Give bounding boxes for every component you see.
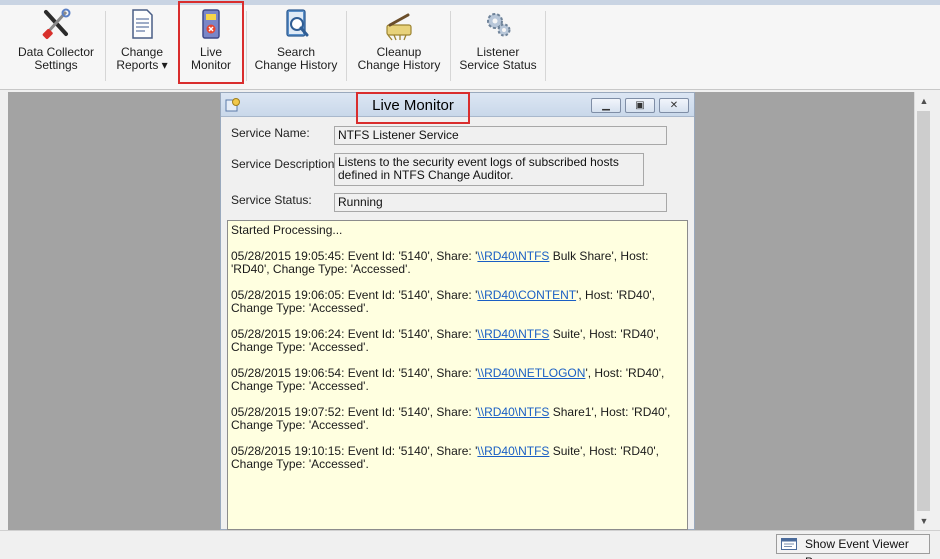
live-monitor-icon — [202, 9, 220, 39]
log-entry: 05/28/2015 19:06:24: Event Id: '5140', S… — [231, 327, 660, 354]
window-title: Live Monitor — [372, 97, 454, 114]
vertical-scrollbar[interactable]: ▲ ▼ — [914, 92, 932, 530]
ribbon-separator — [246, 11, 247, 81]
service-status-field: Running — [334, 193, 667, 212]
cleanup-change-history-button[interactable]: Cleanup Change History — [352, 5, 446, 87]
share-link[interactable]: \\RD40\NTFS — [477, 249, 549, 263]
ribbon-separator — [105, 11, 106, 81]
scroll-thumb[interactable] — [917, 111, 930, 511]
search-history-icon — [286, 9, 309, 37]
minimize-button[interactable]: ▁ — [591, 98, 621, 113]
event-viewer-pane-icon — [781, 538, 797, 550]
restore-button[interactable]: ▣ — [625, 98, 655, 113]
scroll-down-icon[interactable]: ▼ — [915, 512, 933, 530]
live-monitor-window: Live Monitor ▁ ▣ ✕ Service Name: NTFS Li… — [220, 92, 695, 530]
log-entry: 05/28/2015 19:10:15: Event Id: '5140', S… — [231, 444, 660, 471]
log-entry: 05/28/2015 19:07:52: Event Id: '5140', S… — [231, 405, 671, 432]
data-collector-settings-label: Data Collector Settings — [17, 45, 95, 72]
restore-icon: ▣ — [635, 100, 645, 111]
minimize-icon: ▁ — [602, 100, 610, 111]
service-name-label: Service Name: — [231, 126, 310, 140]
listener-service-status-button[interactable]: Listener Service Status — [454, 5, 542, 87]
ribbon-separator — [346, 11, 347, 81]
service-gears-icon — [487, 13, 511, 37]
close-button[interactable]: ✕ — [659, 98, 689, 113]
live-monitor-button[interactable]: Live Monitor — [180, 5, 242, 87]
app-icon — [225, 98, 240, 112]
show-event-viewer-pane-button[interactable]: Show Event Viewer Pane — [776, 534, 930, 559]
report-document-icon — [132, 9, 153, 39]
close-icon: ✕ — [669, 100, 679, 111]
ribbon-separator — [545, 11, 546, 81]
change-reports-button[interactable]: Change Reports ▾ — [110, 5, 174, 87]
window-title-bar[interactable]: Live Monitor ▁ ▣ ✕ — [221, 93, 694, 117]
cleanup-broom-icon — [386, 13, 412, 41]
cleanup-change-history-label: Cleanup Change History — [357, 45, 441, 72]
show-event-viewer-pane-label: Show Event Viewer Pane — [805, 537, 909, 559]
share-link[interactable]: \\RD40\NETLOGON — [477, 366, 585, 380]
ribbon-separator — [450, 11, 451, 81]
service-description-field: Listens to the security event logs of su… — [334, 153, 644, 186]
tools-icon — [42, 8, 71, 40]
log-entry: 05/28/2015 19:06:54: Event Id: '5140', S… — [231, 366, 665, 393]
ribbon-toolbar: Data Collector Settings Change Reports ▾… — [0, 5, 940, 90]
log-entry: 05/28/2015 19:05:45: Event Id: '5140', S… — [231, 249, 649, 276]
service-name-field: NTFS Listener Service — [334, 126, 667, 145]
data-collector-settings-button[interactable]: Data Collector Settings — [10, 5, 102, 87]
listener-service-status-label: Listener Service Status — [459, 45, 537, 72]
share-link[interactable]: \\RD40\NTFS — [477, 405, 549, 419]
log-header: Started Processing... — [231, 223, 343, 237]
search-change-history-label: Search Change History — [254, 45, 338, 72]
share-link[interactable]: \\RD40\NTFS — [477, 444, 549, 458]
status-bar: Show Event Viewer Pane — [0, 530, 940, 559]
event-log-output[interactable]: Started Processing... 05/28/2015 19:05:4… — [227, 220, 688, 530]
log-entry: 05/28/2015 19:06:05: Event Id: '5140', S… — [231, 288, 655, 315]
share-link[interactable]: \\RD40\CONTENT — [477, 288, 576, 302]
change-reports-label: Change Reports ▾ — [116, 45, 168, 72]
service-status-label: Service Status: — [231, 193, 312, 207]
share-link[interactable]: \\RD40\NTFS — [477, 327, 549, 341]
service-description-label: Service Description: — [231, 157, 338, 171]
live-monitor-label: Live Monitor — [190, 45, 231, 72]
search-change-history-button[interactable]: Search Change History — [250, 5, 342, 87]
scroll-up-icon[interactable]: ▲ — [915, 92, 933, 110]
